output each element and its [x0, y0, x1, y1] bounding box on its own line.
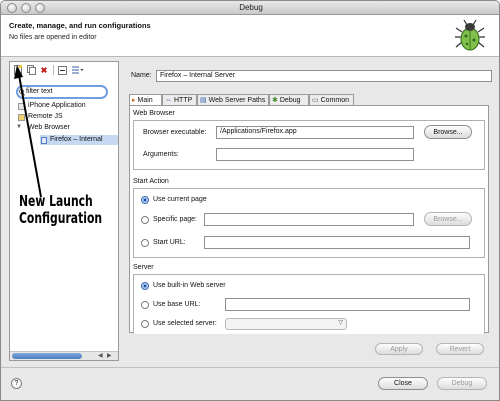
- search-icon: [19, 89, 25, 96]
- tab-label: Common: [320, 96, 350, 104]
- tree-item-remote-js[interactable]: Remote JS: [18, 113, 63, 121]
- new-launch-config-icon[interactable]: [13, 65, 23, 75]
- tree-item-web-browser[interactable]: ▼ Web Browser: [16, 124, 70, 131]
- debug-button[interactable]: Debug: [437, 377, 487, 390]
- help-icon[interactable]: ?: [11, 378, 22, 389]
- selected-server-label: Use selected server:: [153, 320, 217, 327]
- selected-server-select[interactable]: ▽: [225, 318, 347, 330]
- filter-icon[interactable]: [70, 65, 84, 75]
- browser-executable-label: Browser executable:: [143, 129, 207, 136]
- start-action-group-title: Start Action: [133, 178, 169, 185]
- main-tab-content: Web Browser Browser executable: /Applica…: [129, 105, 489, 334]
- use-current-page-label: Use current page: [153, 196, 207, 203]
- tree-item-label: Firefox – Internal: [50, 136, 103, 143]
- scroll-right-icon[interactable]: ▶: [107, 352, 112, 359]
- toolbar-separator: [53, 65, 54, 75]
- header-subtitle: No files are opened in editor: [9, 34, 97, 41]
- footer-separator: [1, 367, 499, 368]
- base-url-label: Use base URL:: [153, 301, 201, 308]
- apply-button[interactable]: Apply: [375, 343, 423, 355]
- arguments-field[interactable]: [216, 148, 414, 161]
- duplicate-icon[interactable]: [26, 65, 36, 75]
- tree-horizontal-scrollbar[interactable]: ◀ ▶: [10, 351, 118, 360]
- http-tab-icon: ⇔: [165, 96, 172, 104]
- debug-configurations-window: Debug Create, manage, and run configurat…: [0, 0, 500, 401]
- header-title: Create, manage, and run configurations: [9, 21, 151, 30]
- browser-browse-button[interactable]: Browse...: [424, 125, 472, 139]
- scrollbar-thumb[interactable]: [12, 353, 82, 359]
- tree-item-label: Web Browser: [28, 124, 70, 131]
- main-tab-icon: ▸: [132, 97, 136, 104]
- name-label: Name:: [131, 72, 152, 79]
- dialog-header: Create, manage, and run configurations N…: [1, 15, 499, 57]
- arguments-label: Arguments:: [143, 151, 179, 158]
- tab-label: Main: [137, 96, 153, 104]
- browser-executable-field[interactable]: /Applications/Firefox.app: [216, 126, 414, 139]
- tree-item-label: Remote JS: [28, 113, 63, 120]
- chevron-down-icon: ▽: [338, 320, 343, 326]
- config-icon: [41, 137, 47, 144]
- builtin-server-radio[interactable]: [141, 282, 149, 290]
- remote-js-icon: [18, 114, 25, 121]
- tree-item-firefox-internal[interactable]: Firefox – Internal: [41, 136, 103, 144]
- filter-input[interactable]: filter text: [16, 85, 108, 99]
- name-field[interactable]: Firefox – Internal Server: [156, 70, 492, 82]
- tree-item-iphone-application[interactable]: iPhone Application: [18, 102, 86, 110]
- tab-label: Debug: [279, 96, 301, 104]
- collapse-all-icon[interactable]: [57, 65, 67, 75]
- annotation-line-2: Configuration: [19, 209, 103, 227]
- start-url-field[interactable]: [204, 236, 470, 249]
- server-paths-tab-icon: ▤: [200, 97, 207, 104]
- specific-page-field[interactable]: [204, 213, 414, 226]
- specific-page-browse-button[interactable]: Browse...: [424, 212, 472, 226]
- web-browser-group: Browser executable: /Applications/Firefo…: [133, 120, 485, 170]
- scroll-left-icon[interactable]: ◀: [98, 352, 103, 359]
- debug-tab-icon: ✱: [272, 97, 278, 104]
- window-title: Debug: [239, 3, 263, 12]
- start-url-label: Start URL:: [153, 239, 186, 246]
- tab-label: Web Server Paths: [208, 96, 266, 104]
- use-current-page-radio[interactable]: [141, 196, 149, 204]
- web-browser-group-title: Web Browser: [133, 110, 175, 117]
- base-url-radio[interactable]: [141, 301, 149, 309]
- configuration-editor: Name: Firefox – Internal Server ▸ Main ⇔…: [123, 61, 493, 363]
- bug-icon: [455, 19, 485, 51]
- common-tab-icon: ▭: [312, 97, 319, 104]
- server-group-title: Server: [133, 264, 154, 271]
- builtin-server-label: Use built-in Web server: [153, 282, 226, 289]
- filter-placeholder: filter text: [26, 88, 53, 95]
- server-group: Use built-in Web server Use base URL: Us…: [133, 274, 485, 334]
- specific-page-label: Specific page:: [153, 216, 197, 223]
- expand-triangle-icon[interactable]: ▼: [16, 124, 22, 130]
- start-url-radio[interactable]: [141, 239, 149, 247]
- base-url-field[interactable]: [225, 298, 470, 311]
- close-button[interactable]: Close: [378, 377, 428, 390]
- tab-label: HTTP: [174, 96, 193, 104]
- tree-item-label: iPhone Application: [28, 102, 86, 109]
- delete-icon[interactable]: ✖: [39, 65, 49, 75]
- start-action-group: Use current page Specific page: Browse..…: [133, 188, 485, 258]
- annotation-line-1: New Launch: [19, 192, 93, 210]
- revert-button[interactable]: Revert: [436, 343, 484, 355]
- specific-page-radio[interactable]: [141, 216, 149, 224]
- selected-server-radio[interactable]: [141, 320, 149, 328]
- iphone-app-icon: [18, 103, 25, 110]
